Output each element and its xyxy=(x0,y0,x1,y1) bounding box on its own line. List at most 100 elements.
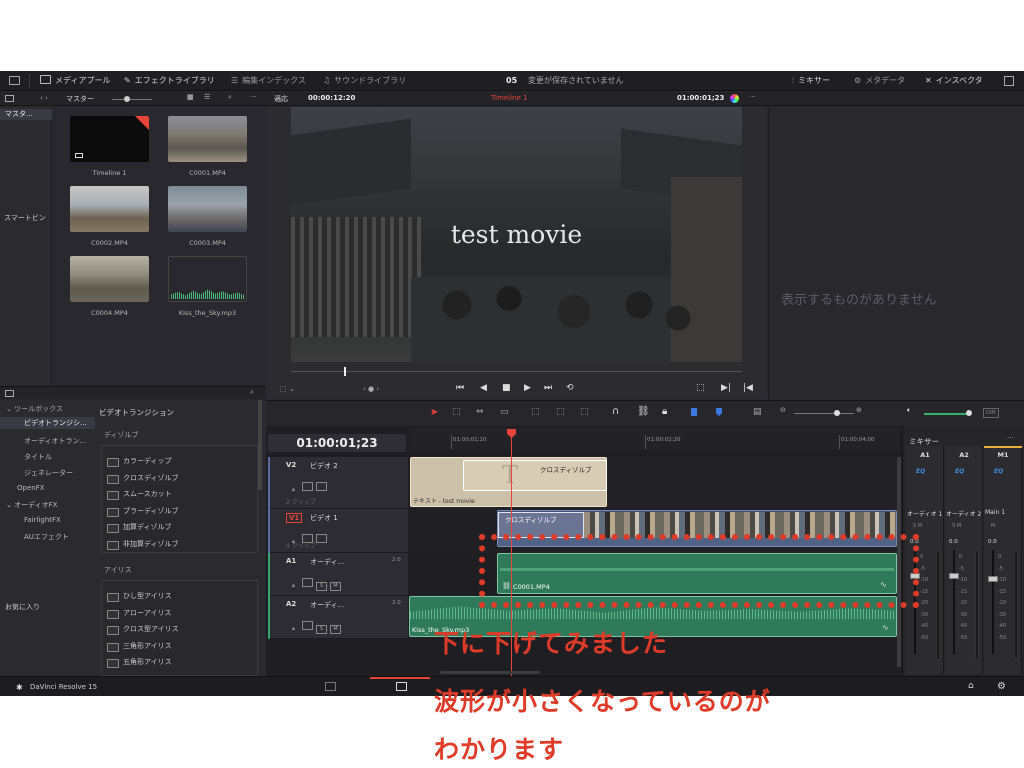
lock-icon[interactable]: 🔒︎ xyxy=(662,406,667,417)
video-thumbnail[interactable] xyxy=(70,256,149,302)
mixer-button[interactable]: ⫶ ミキサー xyxy=(792,71,830,91)
track-enable-icon[interactable] xyxy=(302,482,313,491)
track-header-v2[interactable]: V2 ビデオ 2 🔒︎ 2 クリップ xyxy=(268,457,408,509)
timeline-name[interactable]: Timeline 1 xyxy=(491,94,527,102)
bin-master-item[interactable]: マスタ... xyxy=(0,109,52,120)
zoom-in-icon[interactable]: ⊕ xyxy=(856,406,862,414)
selection-tool-icon[interactable]: ➤ xyxy=(430,407,438,418)
transitions-scrollbar[interactable] xyxy=(258,400,262,490)
track-lock-icon[interactable]: 🔒︎ xyxy=(288,487,299,496)
monitor-icon[interactable] xyxy=(9,76,20,85)
mute-button[interactable]: M xyxy=(330,625,341,634)
go-to-end-icon[interactable]: ⏭ xyxy=(544,383,552,393)
v2-transition-block[interactable]: T クロスディゾルブ xyxy=(463,460,607,491)
next-edit-icon[interactable]: ▶| xyxy=(721,383,731,393)
video-thumbnail[interactable] xyxy=(168,186,247,232)
track-enable-icon[interactable] xyxy=(302,578,313,587)
transition-item[interactable]: スムースカット xyxy=(103,487,256,502)
prev-edit-icon[interactable]: |◀ xyxy=(743,383,753,393)
timeline-zoom-slider[interactable] xyxy=(794,413,854,414)
transition-item[interactable]: 非加算ディゾルブ xyxy=(103,537,256,552)
media-pool-button[interactable]: メディアプール xyxy=(40,71,110,91)
mute-button[interactable]: M xyxy=(330,582,341,591)
grid-view-icon[interactable]: ▦ xyxy=(187,93,194,101)
zoom-slider[interactable] xyxy=(112,99,152,100)
audio-transitions-item[interactable]: オーディオトラン... xyxy=(24,436,86,446)
zoom-out-icon[interactable]: ⊖ xyxy=(780,406,786,414)
track-header-a2[interactable]: A2 オーディ... 🔒︎ S M 2.0 xyxy=(268,596,408,639)
fairlightfx-item[interactable]: FairlightFX xyxy=(24,516,61,524)
fader-track[interactable] xyxy=(992,550,994,654)
eq-button[interactable]: EQ xyxy=(955,468,964,475)
track-header-v1[interactable]: V1 ビデオ 1 🔒︎ 4 クリップ xyxy=(268,509,408,553)
transition-item[interactable]: 加算ディゾルブ xyxy=(103,520,256,535)
solo-button[interactable]: S xyxy=(316,625,327,634)
list-view-icon[interactable]: ☰ xyxy=(204,93,210,101)
track-name[interactable]: オーディ... xyxy=(310,557,344,567)
fader-knob[interactable] xyxy=(949,573,959,579)
track-id[interactable]: V1 xyxy=(286,513,303,523)
volume-icon[interactable]: 🔈︎ xyxy=(907,406,911,415)
track-name[interactable]: ビデオ 1 xyxy=(310,513,338,523)
jog-control[interactable]: ‹ ● › xyxy=(363,385,379,393)
fader-knob[interactable] xyxy=(988,576,998,582)
transition-item[interactable]: 三角形アイリス xyxy=(103,639,256,654)
transition-item[interactable]: ひし型アイリス xyxy=(103,589,256,604)
stop-icon[interactable]: ■ xyxy=(502,383,511,393)
mixer-buttons[interactable]: M xyxy=(991,523,995,529)
track-header-a1[interactable]: A1 オーディ... 🔒︎ S M 2.0 xyxy=(268,553,408,596)
au-effects-item[interactable]: AUエフェクト xyxy=(24,532,69,542)
edit-page-icon[interactable] xyxy=(396,682,407,691)
bin-view-icon[interactable] xyxy=(5,95,14,102)
play-icon[interactable]: ▶ xyxy=(524,383,531,393)
video-thumbnail[interactable] xyxy=(168,116,247,162)
mixer-more-icon[interactable]: ··· xyxy=(1007,434,1014,442)
master-volume-knob[interactable] xyxy=(966,410,972,416)
timeline-scrollbar-h[interactable] xyxy=(440,671,540,674)
metadata-button[interactable]: ⚙ メタデータ xyxy=(854,71,905,91)
inspector-button[interactable]: ✕ インスペクタ xyxy=(925,71,983,91)
overwrite-clip-icon[interactable]: ⬚ xyxy=(556,407,565,417)
viewer-scrubber-head[interactable] xyxy=(344,367,346,376)
video-transitions-item[interactable]: ビデオトランジシ... xyxy=(0,417,95,429)
media-page-icon[interactable] xyxy=(325,682,336,691)
effects-library-button[interactable]: ✎ エフェクトライブラリ xyxy=(124,71,215,91)
panel-toggle-icon[interactable] xyxy=(1004,76,1014,86)
transition-item[interactable]: ブラーディゾルブ xyxy=(103,504,256,519)
toolbox-group[interactable]: ⌄ ツールボックス xyxy=(6,404,63,414)
play-reverse-icon[interactable]: ◀ xyxy=(480,383,487,393)
eq-button[interactable]: EQ xyxy=(916,468,925,475)
timeline-zoom-knob[interactable] xyxy=(834,410,840,416)
effects-view-icon[interactable] xyxy=(5,390,14,397)
titles-item[interactable]: タイトル xyxy=(24,452,52,462)
favorites-label[interactable]: お気に入り xyxy=(5,602,40,612)
track-lock-icon[interactable]: 🔒︎ xyxy=(288,583,299,592)
settings-gear-icon[interactable]: ⚙ xyxy=(997,681,1006,692)
color-wheel-icon[interactable] xyxy=(730,94,739,103)
dim-button[interactable]: DIM xyxy=(983,408,999,418)
mixer-buttons[interactable]: S M xyxy=(952,523,961,529)
transition-item[interactable]: 五角形アイリス xyxy=(103,655,256,670)
insert-clip-icon[interactable]: ⬚ xyxy=(531,407,540,417)
viewer-size-icon[interactable]: ⬚ ⌄ xyxy=(280,385,295,393)
fit-dropdown[interactable]: 適応 xyxy=(274,94,288,104)
snapping-icon[interactable]: ∩ xyxy=(612,406,619,417)
search-icon[interactable]: ⌕ xyxy=(228,93,232,102)
sound-library-button[interactable]: ♫ サウンドライブラリ xyxy=(323,71,406,91)
blade-tool-icon[interactable]: ▭ xyxy=(500,407,509,417)
fader-track[interactable] xyxy=(953,550,955,654)
zoom-slider-knob[interactable] xyxy=(124,96,130,102)
effects-search-icon[interactable]: ⌕ xyxy=(250,388,254,397)
generators-item[interactable]: ジェネレーター xyxy=(24,468,73,478)
track-enable-icon[interactable] xyxy=(302,621,313,630)
openfx-item[interactable]: OpenFX xyxy=(17,484,45,492)
edit-index-button[interactable]: ☰ 編集インデックス xyxy=(231,71,306,91)
replace-clip-icon[interactable]: ⬚ xyxy=(580,407,589,417)
video-thumbnail[interactable] xyxy=(70,186,149,232)
audio-thumbnail[interactable] xyxy=(168,256,247,302)
master-volume-slider[interactable] xyxy=(924,413,968,415)
track-name[interactable]: オーディ... xyxy=(310,600,344,610)
loop-icon[interactable]: ⟲ xyxy=(566,383,574,393)
audiofx-group[interactable]: ⌄ オーディオFX xyxy=(6,500,57,510)
eq-button[interactable]: EQ xyxy=(994,468,1003,475)
